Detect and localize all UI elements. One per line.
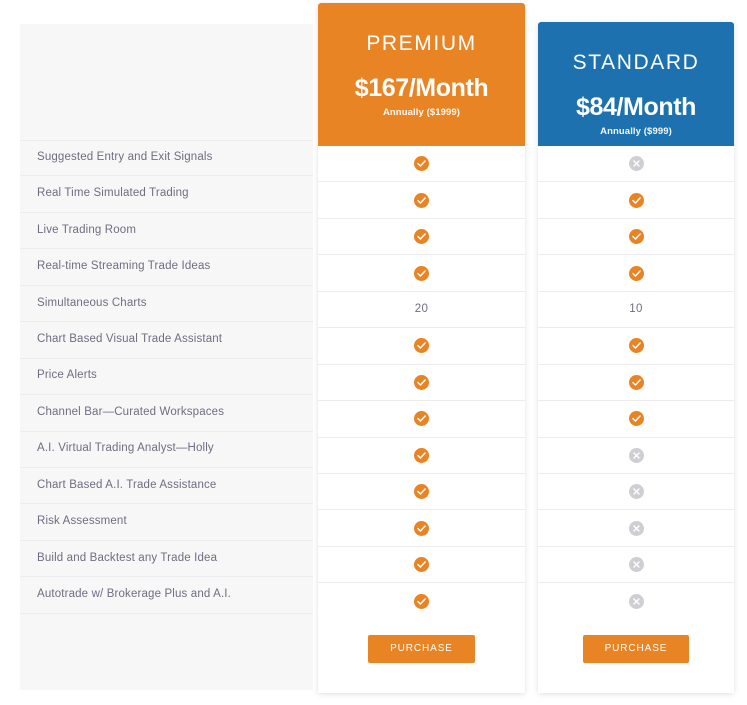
feature-label: Simultaneous Charts (37, 296, 147, 309)
check-icon (628, 374, 644, 390)
feature-row: Real-time Streaming Trade Ideas (20, 249, 313, 286)
check-icon (628, 265, 644, 281)
plan-feature-cell (318, 328, 525, 365)
plan-feature-cell (318, 510, 525, 547)
feature-row: Chart Based Visual Trade Assistant (20, 322, 313, 359)
check-icon (628, 192, 644, 208)
check-icon (628, 411, 644, 427)
plan-feature-cell (538, 255, 734, 292)
plan-feature-cell (538, 219, 734, 256)
feature-row: Chart Based A.I. Trade Assistance (20, 468, 313, 505)
check-icon (414, 265, 429, 281)
feature-row: Suggested Entry and Exit Signals (20, 140, 313, 177)
check-icon (414, 557, 429, 573)
check-icon (628, 229, 644, 245)
plan-feature-cell: 20 (318, 292, 525, 329)
plan-price: $167/Month (354, 74, 489, 102)
check-icon (414, 484, 429, 500)
feature-row: Channel Bar—Curated Workspaces (20, 395, 313, 432)
feature-label: Channel Bar—Curated Workspaces (37, 405, 225, 418)
check-icon (414, 192, 429, 208)
plan-feature-cell: 10 (538, 292, 734, 329)
plan-feature-cell (538, 438, 734, 474)
feature-label: Real Time Simulated Trading (37, 187, 189, 200)
plan-feature-cells: 20 (318, 146, 525, 620)
check-icon (414, 156, 429, 172)
check-icon (414, 520, 429, 536)
check-icon (414, 374, 429, 390)
plan-feature-cell (538, 146, 734, 183)
check-icon (414, 593, 429, 609)
plan-feature-cell (318, 474, 525, 511)
feature-row: A.I. Virtual Trading Analyst—Holly (20, 432, 313, 468)
features-header-spacer (20, 24, 313, 140)
pricing-comparison-table: Suggested Entry and Exit Signals Real Tim… (0, 0, 747, 705)
plan-feature-cells: 10 (538, 146, 734, 620)
plan-price: $84/Month (575, 93, 697, 121)
plan-feature-value: 20 (414, 303, 429, 316)
cross-icon (628, 593, 644, 609)
feature-label: Chart Based A.I. Trade Assistance (37, 478, 217, 491)
plan-feature-cell (538, 474, 734, 511)
feature-label: Chart Based Visual Trade Assistant (37, 333, 223, 345)
plan-feature-cell (538, 328, 734, 365)
feature-label: Suggested Entry and Exit Signals (37, 151, 213, 164)
plan-feature-cell (538, 401, 734, 438)
feature-label: Live Trading Room (37, 223, 137, 236)
cross-icon (628, 520, 644, 536)
check-icon (628, 338, 644, 354)
plan-feature-cell (318, 146, 525, 183)
features-panel: Suggested Entry and Exit Signals Real Tim… (20, 24, 313, 690)
plan-header: PREMIUM $167/Month Annually ($1999) (318, 3, 525, 146)
plan-feature-cell (318, 255, 525, 292)
plan-header: STANDARD $84/Month Annually ($999) (538, 22, 734, 146)
cross-icon (628, 484, 644, 500)
feature-row: Price Alerts (20, 359, 313, 396)
plan-feature-cell (318, 182, 525, 219)
feature-label: Risk Assessment (37, 515, 127, 528)
plan-name: STANDARD (572, 51, 700, 74)
plan-column-premium: PREMIUM $167/Month Annually ($1999) 20 PURCH… (318, 3, 525, 693)
check-icon (414, 411, 429, 427)
cross-icon (628, 557, 644, 573)
feature-row: Real Time Simulated Trading (20, 176, 313, 213)
plan-feature-cell (538, 547, 734, 584)
feature-row: Autotrade w/ Brokerage Plus and A.I. (20, 577, 313, 614)
feature-label: Real-time Streaming Trade Ideas (37, 260, 211, 273)
plan-annual-price: Annually ($1999) (382, 107, 461, 118)
plan-feature-cell (318, 583, 525, 619)
plan-feature-cell (318, 547, 525, 584)
feature-label: A.I. Virtual Trading Analyst—Holly (37, 442, 214, 455)
purchase-button[interactable]: PURCHASE (368, 634, 475, 663)
feature-label: Autotrade w/ Brokerage Plus and A.I. (37, 588, 231, 601)
cross-icon (628, 447, 644, 463)
plan-feature-cell (318, 219, 525, 256)
purchase-button-wrap: PURCHASE (538, 620, 734, 678)
plan-annual-price: Annually ($999) (600, 126, 672, 137)
plan-feature-cell (538, 510, 734, 547)
feature-row: Build and Backtest any Trade Idea (20, 541, 313, 578)
plan-feature-cell (318, 365, 525, 402)
check-icon (414, 338, 429, 354)
check-icon (414, 229, 429, 245)
plan-feature-value: 10 (629, 303, 643, 316)
plan-feature-cell (538, 583, 734, 619)
feature-row: Live Trading Room (20, 213, 313, 250)
plan-feature-cell (318, 438, 525, 474)
purchase-button-wrap: PURCHASE (318, 620, 525, 678)
feature-row: Risk Assessment (20, 504, 313, 541)
purchase-button[interactable]: PURCHASE (582, 634, 690, 663)
plan-feature-cell (318, 401, 525, 438)
feature-list: Suggested Entry and Exit Signals Real Tim… (20, 140, 313, 614)
feature-row: Simultaneous Charts (20, 286, 313, 323)
check-icon (414, 447, 429, 463)
plan-feature-cell (538, 182, 734, 219)
plan-column-standard: STANDARD $84/Month Annually ($999) 10 PURCHA… (538, 22, 734, 693)
feature-label: Build and Backtest any Trade Idea (37, 551, 218, 564)
plan-name: PREMIUM (366, 32, 477, 55)
plan-feature-cell (538, 365, 734, 402)
cross-icon (628, 156, 644, 172)
feature-label: Price Alerts (37, 369, 97, 382)
